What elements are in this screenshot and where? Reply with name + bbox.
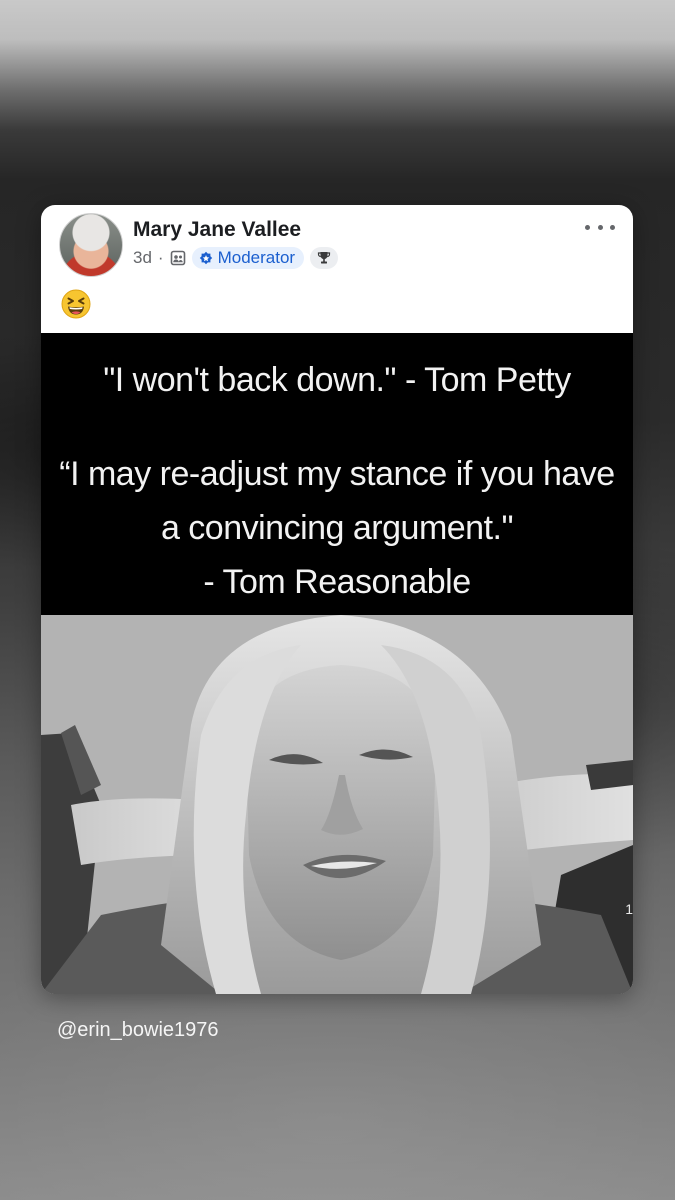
meta-separator: ·: [157, 248, 164, 267]
photo-edge-mark: 1: [625, 901, 633, 917]
more-options-button[interactable]: [585, 217, 615, 237]
quote-tom-petty: "I won't back down." - Tom Petty: [103, 361, 571, 399]
trophy-badge[interactable]: [310, 247, 339, 269]
meme-caption-panel: "I won't back down." - Tom Petty “I may …: [41, 333, 633, 615]
portrait-illustration: [41, 615, 633, 994]
author-name[interactable]: Mary Jane Vallee: [133, 218, 301, 242]
meme-image[interactable]: "I won't back down." - Tom Petty “I may …: [41, 333, 633, 994]
quote-line: a convincing argument.": [160, 509, 514, 547]
post-card[interactable]: Mary Jane Vallee 3d · Moderator "I won't…: [41, 205, 633, 994]
group-icon: [170, 250, 186, 266]
moderator-shield-icon: [199, 251, 212, 265]
quote-line: - Tom Reasonable: [203, 563, 471, 601]
more-dot: [610, 224, 615, 230]
laughing-emoji-icon: [61, 289, 91, 319]
quote-line: “I may re-adjust my stance if you have: [59, 455, 615, 493]
moderator-badge[interactable]: Moderator: [191, 247, 305, 269]
trophy-icon: [317, 252, 331, 264]
moderator-label: Moderator: [217, 248, 296, 267]
portrait-photo: 1: [41, 615, 633, 994]
more-dot: [597, 224, 603, 230]
post-header: Mary Jane Vallee 3d · Moderator: [41, 205, 633, 333]
creator-handle: @erin_bowie1976: [57, 1019, 219, 1041]
more-dot: [585, 224, 590, 230]
quote-tom-reasonable: “I may re-adjust my stance if you have a…: [41, 447, 633, 609]
post-time[interactable]: 3d: [133, 248, 152, 268]
author-avatar[interactable]: [59, 213, 123, 277]
post-meta: 3d · Moderator: [133, 245, 339, 271]
